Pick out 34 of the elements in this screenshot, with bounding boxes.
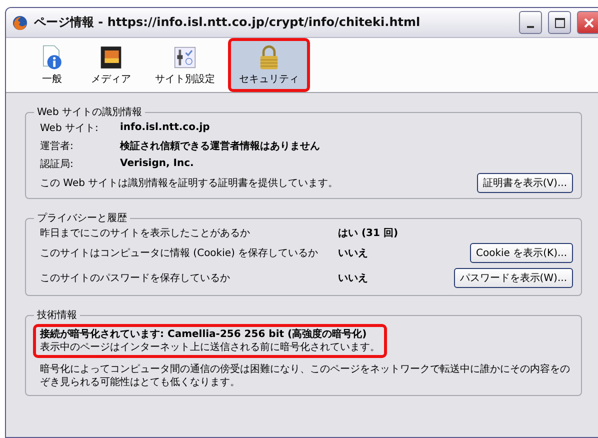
toolbar-tab[interactable]: メディア: [80, 38, 142, 92]
field-label: 認証局:: [40, 158, 74, 170]
group-title: Web サイトの識別情報: [36, 106, 143, 119]
field-value: info.isl.ntt.co.jp: [120, 122, 211, 133]
minimize-button[interactable]: [519, 11, 542, 34]
encryption-note: 表示中のページはインターネット上に送信される前に暗号化されています。: [40, 341, 380, 354]
encryption-description: 暗号化によってコンピュータ間の通信の傍受は困難になり、このページをネットワークで転送中に誰かにその内容をのぞき見られる可能性はとても低くなります。: [40, 363, 571, 389]
field-label: Web サイト:: [40, 122, 100, 134]
toolbar-tab[interactable]: サイト別設定: [144, 38, 226, 92]
field-label: 運営者:: [40, 140, 74, 152]
minimize-icon: [527, 26, 534, 28]
privacy-question: 昨日までにこのサイトを表示したことがあるか: [40, 226, 251, 240]
privacy-answer: いいえ: [337, 247, 369, 260]
privacy-answer: はい (31 回): [337, 226, 400, 240]
certificate-note: この Web サイトは識別情報を証明する証明書を提供しています。: [40, 176, 338, 190]
field-value: 検証され信頼できる運営者情報はありません: [120, 140, 321, 152]
close-icon: [584, 18, 594, 28]
close-button[interactable]: [577, 11, 598, 34]
field-value: Verisign, Inc.: [120, 158, 195, 169]
group-title: 技術情報: [36, 308, 78, 322]
encryption-status: 接続が暗号化されています: Camellia-256 256 bit (高強度の暗号化): [40, 328, 368, 341]
window-title: ページ情報 - https://info.isl.ntt.co.jp/crypt/info/chiteki.html: [34, 14, 422, 31]
privacy-question: このサイトのパスワードを保存しているか: [40, 272, 231, 285]
toolbar-tab[interactable]: セキュリティ: [228, 38, 310, 92]
privacy-question: このサイトはコンピュータに情報 (Cookie) を保存しているか: [40, 246, 320, 260]
toolbar-tab[interactable]: 一般: [26, 38, 78, 92]
maximize-icon: [554, 18, 564, 28]
group-title: プライバシーと履歴: [36, 212, 128, 225]
view-certificate-button[interactable]: 証明書を表示(V)...: [476, 173, 573, 193]
privacy-answer: いいえ: [337, 272, 369, 285]
maximize-button[interactable]: [548, 11, 571, 34]
browser-logo-icon: [12, 14, 28, 30]
view-cookies-button[interactable]: Cookie を表示(K)...: [470, 243, 573, 263]
view-passwords-button[interactable]: パスワードを表示(W)...: [454, 268, 573, 288]
